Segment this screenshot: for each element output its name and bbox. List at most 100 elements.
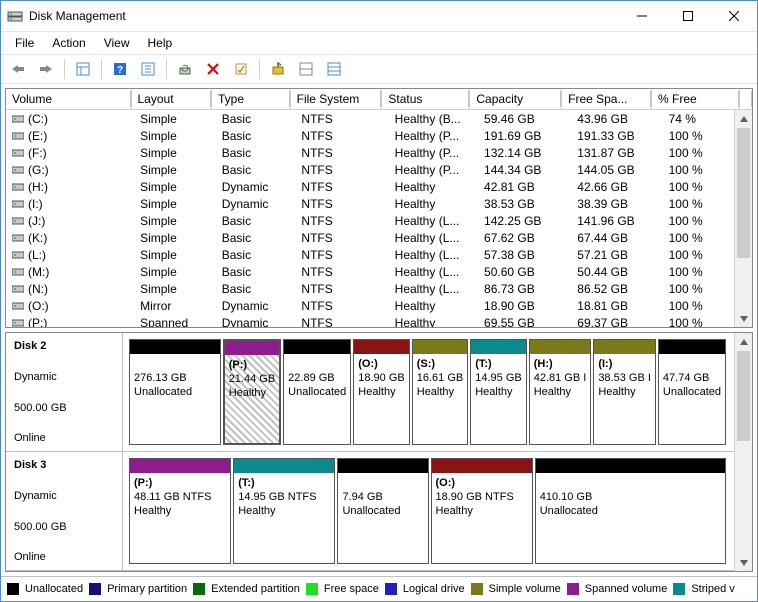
partition[interactable]: (P:)21.44 GBHealthy <box>223 339 281 445</box>
partition[interactable]: 7.94 GBUnallocated <box>337 458 428 564</box>
cell-type: Dynamic <box>216 316 296 328</box>
refresh-button[interactable] <box>172 56 198 82</box>
volume-row[interactable]: (P:)SpannedDynamicNTFSHealthy69.55 GB69.… <box>6 314 752 327</box>
legend-label: Simple volume <box>489 583 561 595</box>
partition-body: (H:)42.81 GB IHealthy <box>530 354 591 444</box>
cell-status: Healthy <box>389 180 478 194</box>
col-layout[interactable]: Layout <box>132 89 213 109</box>
volume-row[interactable]: (J:)SimpleBasicNTFSHealthy (L...142.25 G… <box>6 212 752 229</box>
menu-view[interactable]: View <box>96 34 138 52</box>
cell-layout: Simple <box>134 265 216 279</box>
volume-row[interactable]: (C:)SimpleBasicNTFSHealthy (B...59.46 GB… <box>6 110 752 127</box>
partition-color-stripe <box>130 340 220 354</box>
scroll-thumb[interactable] <box>737 128 750 258</box>
cell-fs: NTFS <box>295 163 388 177</box>
forward-button[interactable] <box>33 56 59 82</box>
volume-row[interactable]: (K:)SimpleBasicNTFSHealthy (L...67.62 GB… <box>6 229 752 246</box>
cell-free: 50.44 GB <box>571 265 662 279</box>
scroll-down-icon[interactable] <box>735 554 752 571</box>
scroll-down-icon[interactable] <box>735 310 752 327</box>
cell-volume: (H:) <box>6 180 134 194</box>
partition[interactable]: (O:)18.90 GBHealthy <box>353 339 409 445</box>
disk-info[interactable]: Disk 2Dynamic500.00 GBOnline <box>6 333 123 451</box>
scroll-up-icon[interactable] <box>735 110 752 127</box>
properties-button[interactable] <box>228 56 254 82</box>
cell-type: Basic <box>216 163 296 177</box>
cell-capacity: 67.62 GB <box>478 231 571 245</box>
volume-row[interactable]: (H:)SimpleDynamicNTFSHealthy42.81 GB42.6… <box>6 178 752 195</box>
partition-body: 22.89 GBUnallocated <box>284 354 350 444</box>
graphical-view-button[interactable] <box>293 56 319 82</box>
cell-free: 69.37 GB <box>571 316 662 328</box>
volume-row[interactable]: (I:)SimpleDynamicNTFSHealthy38.53 GB38.3… <box>6 195 752 212</box>
col-pct-free[interactable]: % Free <box>652 89 740 109</box>
menu-file[interactable]: File <box>7 34 42 52</box>
col-filesystem[interactable]: File System <box>291 89 383 109</box>
partition-body: 276.13 GBUnallocated <box>130 354 220 444</box>
partition[interactable]: (P:)48.11 GB NTFSHealthy <box>129 458 231 564</box>
back-button[interactable] <box>5 56 31 82</box>
partition[interactable]: 47.74 GBUnallocated <box>658 339 726 445</box>
volume-row[interactable]: (M:)SimpleBasicNTFSHealthy (L...50.60 GB… <box>6 263 752 280</box>
cell-type: Basic <box>216 248 296 262</box>
cell-status: Healthy <box>389 299 478 313</box>
col-capacity[interactable]: Capacity <box>470 89 562 109</box>
volume-row[interactable]: (L:)SimpleBasicNTFSHealthy (L...57.38 GB… <box>6 246 752 263</box>
volume-row[interactable]: (O:)MirrorDynamicNTFSHealthy18.90 GB18.8… <box>6 297 752 314</box>
volume-list-body[interactable]: (C:)SimpleBasicNTFSHealthy (B...59.46 GB… <box>6 110 752 327</box>
disk-info[interactable]: Disk 3Dynamic500.00 GBOnline <box>6 452 123 570</box>
partition-body: (T:)14.95 GBHealthy <box>471 354 525 444</box>
delete-button[interactable] <box>200 56 226 82</box>
disk-management-window: Disk Management File Action View Help ? … <box>0 0 758 602</box>
settings-button[interactable] <box>135 56 161 82</box>
partition[interactable]: (H:)42.81 GB IHealthy <box>529 339 592 445</box>
legend-label: Spanned volume <box>585 583 668 595</box>
partition-color-stripe <box>284 340 350 354</box>
menu-action[interactable]: Action <box>44 34 93 52</box>
cell-type: Basic <box>216 231 296 245</box>
volume-row[interactable]: (G:)SimpleBasicNTFSHealthy (P...144.34 G… <box>6 161 752 178</box>
col-status[interactable]: Status <box>382 89 470 109</box>
partition[interactable]: (T:)14.95 GB NTFSHealthy <box>233 458 335 564</box>
show-hide-console-tree-button[interactable] <box>70 56 96 82</box>
volume-row[interactable]: (F:)SimpleBasicNTFSHealthy (P...132.14 G… <box>6 144 752 161</box>
partition[interactable]: (I:)38.53 GB IHealthy <box>593 339 656 445</box>
volume-row[interactable]: (N:)SimpleBasicNTFSHealthy (L...86.73 GB… <box>6 280 752 297</box>
partition[interactable]: (O:)18.90 GB NTFSHealthy <box>431 458 533 564</box>
list-view-button[interactable] <box>321 56 347 82</box>
volume-list-button[interactable] <box>265 56 291 82</box>
legend-swatch <box>567 583 579 595</box>
graphical-scrollbar[interactable] <box>734 333 752 571</box>
cell-type: Dynamic <box>216 197 296 211</box>
menu-help[interactable]: Help <box>140 34 181 52</box>
partition[interactable]: 276.13 GBUnallocated <box>129 339 221 445</box>
col-volume[interactable]: Volume <box>6 89 132 109</box>
partition-body: 47.74 GBUnallocated <box>659 354 725 444</box>
maximize-button[interactable] <box>665 1 711 31</box>
legend-swatch <box>306 583 318 595</box>
cell-layout: Mirror <box>134 299 216 313</box>
partition[interactable]: (T:)14.95 GBHealthy <box>470 339 526 445</box>
partition[interactable]: (S:)16.61 GBHealthy <box>412 339 468 445</box>
volume-list-scrollbar[interactable] <box>734 110 752 327</box>
cell-layout: Simple <box>134 129 216 143</box>
minimize-button[interactable] <box>619 1 665 31</box>
partition-container: (P:)48.11 GB NTFSHealthy(T:)14.95 GB NTF… <box>123 452 734 570</box>
legend-swatch <box>385 583 397 595</box>
close-button[interactable] <box>711 1 757 31</box>
scroll-thumb[interactable] <box>737 351 750 441</box>
cell-fs: NTFS <box>295 197 388 211</box>
partition[interactable]: 22.89 GBUnallocated <box>283 339 351 445</box>
cell-free: 38.39 GB <box>571 197 662 211</box>
col-free[interactable]: Free Spa... <box>562 89 652 109</box>
partition[interactable]: 410.10 GBUnallocated <box>535 458 726 564</box>
partition-container: 276.13 GBUnallocated(P:)21.44 GBHealthy … <box>123 333 734 451</box>
partition-color-stripe <box>338 459 427 473</box>
col-type[interactable]: Type <box>212 89 291 109</box>
volume-row[interactable]: (E:)SimpleBasicNTFSHealthy (P...191.69 G… <box>6 127 752 144</box>
help-button[interactable]: ? <box>107 56 133 82</box>
partition-body: (S:)16.61 GBHealthy <box>413 354 467 444</box>
partition-body: (P:)48.11 GB NTFSHealthy <box>130 473 230 563</box>
cell-free: 57.21 GB <box>571 248 662 262</box>
scroll-up-icon[interactable] <box>735 333 752 350</box>
